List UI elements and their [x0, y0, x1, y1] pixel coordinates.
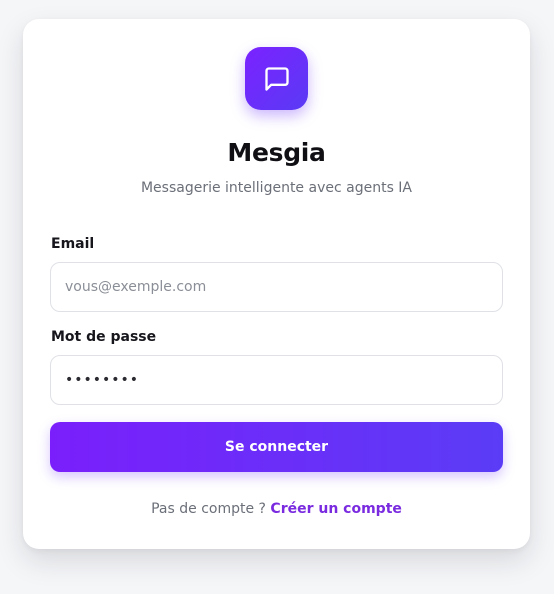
app-logo: [245, 47, 308, 110]
email-input[interactable]: [50, 262, 503, 312]
message-square-icon: [264, 66, 289, 91]
app-subtitle: Messagerie intelligente avec agents IA: [140, 180, 413, 196]
email-label: Email: [51, 236, 95, 252]
password-label: Mot de passe: [51, 329, 157, 345]
password-input[interactable]: [50, 355, 503, 405]
signup-prompt: Pas de compte ? Créer un compte: [23, 501, 530, 517]
signup-prompt-text: Pas de compte ?: [151, 501, 266, 517]
app-title: Mesgia: [227, 138, 326, 167]
login-card: Mesgia Messagerie intelligente avec agen…: [23, 19, 530, 549]
create-account-link[interactable]: Créer un compte: [270, 501, 401, 517]
login-button[interactable]: Se connecter: [50, 422, 503, 472]
